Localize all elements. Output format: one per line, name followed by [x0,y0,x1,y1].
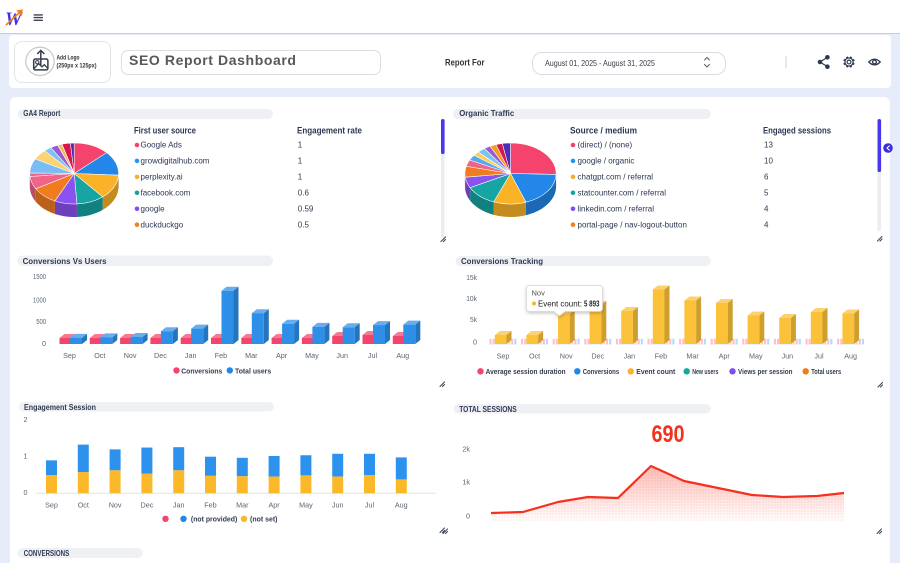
svg-text:0: 0 [466,512,470,521]
svg-text:0.6: 0.6 [298,188,310,197]
svg-text:Apr: Apr [719,351,731,360]
svg-text:Dec: Dec [591,351,604,360]
svg-text:perplexity.ai: perplexity.ai [141,172,183,181]
svg-text:Views per session: Views per session [738,367,793,376]
svg-text:statcounter.com / referral: statcounter.com / referral [578,188,667,197]
svg-text:Engagement Session: Engagement Session [24,403,96,412]
svg-text:Nov: Nov [532,289,546,298]
svg-text:Total users: Total users [235,366,271,375]
svg-text:500: 500 [36,317,46,326]
svg-text:Feb: Feb [655,351,667,360]
svg-text:5 893: 5 893 [584,299,600,309]
svg-text:15k: 15k [466,273,477,282]
svg-text:Conversions Tracking: Conversions Tracking [461,257,543,266]
svg-text:1: 1 [24,452,28,461]
svg-text:May: May [749,351,763,360]
svg-text:Nov: Nov [560,351,573,360]
svg-text:Organic Traffic: Organic Traffic [459,109,515,118]
svg-text:0: 0 [473,338,477,347]
svg-text:Apr: Apr [276,351,288,360]
svg-text:Sep: Sep [63,351,76,360]
svg-text:1k: 1k [462,478,470,487]
svg-text:1: 1 [298,141,303,150]
svg-text:Jun: Jun [332,501,344,510]
svg-text:Dec: Dec [141,501,154,510]
svg-text:TOTAL SESSIONS: TOTAL SESSIONS [459,405,517,414]
svg-text:Oct: Oct [78,501,89,510]
svg-text:Dec: Dec [154,351,167,360]
svg-text:Engagement rate: Engagement rate [297,126,362,137]
svg-text:May: May [299,501,313,510]
svg-text:1: 1 [298,156,303,165]
svg-text:Jul: Jul [365,501,375,510]
svg-text:1500: 1500 [33,272,46,281]
svg-text:4: 4 [764,220,769,229]
svg-text:690: 690 [652,421,685,448]
svg-text:10k: 10k [466,294,477,303]
svg-text:Mar: Mar [245,351,258,360]
svg-text:Jul: Jul [368,351,378,360]
svg-text:CONVERSIONS: CONVERSIONS [24,549,70,558]
svg-text:portal-page / nav-logout-butto: portal-page / nav-logout-button [578,220,687,229]
svg-text:Aug: Aug [395,501,408,510]
svg-text:Aug: Aug [844,351,857,360]
svg-text:5k: 5k [470,315,477,324]
svg-text:Nov: Nov [124,351,137,360]
svg-text:New users: New users [692,367,718,376]
svg-text:1000: 1000 [33,296,46,305]
svg-text:2: 2 [24,415,28,424]
svg-text:Jun: Jun [782,351,794,360]
svg-text:Engaged sessions: Engaged sessions [763,126,831,137]
svg-text:Total users: Total users [811,367,841,376]
svg-text:google: google [141,204,166,213]
svg-text:Conversions: Conversions [181,366,222,375]
svg-text:GA4 Report: GA4 Report [23,109,60,118]
svg-text:Mar: Mar [236,501,249,510]
svg-text:13: 13 [764,141,773,150]
svg-text:Jan: Jan [173,501,185,510]
svg-text:Google Ads: Google Ads [141,141,182,150]
svg-text:Source / medium: Source / medium [570,126,637,137]
svg-text:4: 4 [764,204,769,213]
svg-text:Sep: Sep [497,351,510,360]
svg-text:0: 0 [42,339,46,348]
svg-text:facebook.com: facebook.com [141,188,191,197]
svg-text:0.5: 0.5 [298,220,310,229]
svg-text:Nov: Nov [109,501,122,510]
svg-text:5: 5 [764,188,769,197]
svg-text:Jan: Jan [185,351,197,360]
svg-text:Sep: Sep [45,501,58,510]
svg-text:First user source: First user source [134,126,196,137]
svg-text:6: 6 [764,172,769,181]
svg-text:Apr: Apr [269,501,281,510]
svg-text:chatgpt.com / referral: chatgpt.com / referral [578,172,654,181]
svg-text:Oct: Oct [94,351,105,360]
svg-text:(not provided): (not provided) [191,515,238,524]
svg-text:Mar: Mar [686,351,699,360]
svg-text:2k: 2k [462,445,470,454]
svg-text:Jan: Jan [624,351,636,360]
svg-text:growdigitalhub.com: growdigitalhub.com [141,156,210,165]
svg-text:google / organic: google / organic [578,156,635,165]
svg-text:Event count: Event count [636,367,675,376]
svg-text:0.59: 0.59 [298,204,314,213]
svg-text:Jun: Jun [336,351,348,360]
svg-text:duckduckgo: duckduckgo [141,220,184,229]
svg-text:0: 0 [24,488,28,497]
svg-text:Feb: Feb [204,501,216,510]
svg-text:Jul: Jul [814,351,824,360]
svg-text:(direct) / (none): (direct) / (none) [578,141,633,150]
svg-text:(not set): (not set) [250,515,278,524]
svg-text:1: 1 [298,172,303,181]
svg-text:Event count:: Event count: [538,299,582,309]
svg-text:Feb: Feb [215,351,227,360]
svg-text:linkedin.com / referral: linkedin.com / referral [578,204,655,213]
svg-text:Average session duration: Average session duration [486,367,566,376]
svg-text:Conversions: Conversions [583,367,620,376]
svg-text:10: 10 [764,156,773,165]
svg-text:Aug: Aug [396,351,409,360]
svg-text:May: May [305,351,319,360]
svg-text:Conversions Vs Users: Conversions Vs Users [23,257,108,266]
svg-text:Oct: Oct [529,351,540,360]
